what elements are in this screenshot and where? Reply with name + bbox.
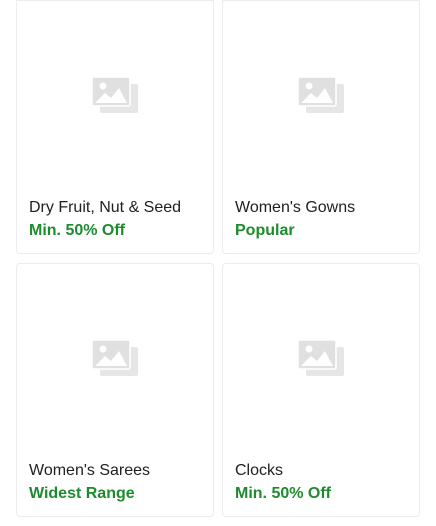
product-name: Dry Fruit, Nut & Seed [29, 199, 182, 216]
product-image [223, 1, 419, 189]
image-placeholder-icon [91, 339, 138, 376]
product-image [17, 1, 213, 189]
product-image [223, 264, 419, 452]
product-card[interactable]: Dry Fruit, Nut & Seed Min. 50% Off [16, 0, 214, 254]
product-name: Clocks [235, 462, 284, 479]
product-card[interactable]: Women's Sarees Widest Range [16, 263, 214, 517]
image-placeholder-icon [297, 76, 344, 113]
product-offer-label: Popular [235, 222, 295, 239]
product-card[interactable]: Clocks Min. 50% Off [222, 263, 420, 517]
product-grid: Dry Fruit, Nut & Seed Min. 50% Off Women… [16, 0, 420, 517]
product-image [17, 264, 213, 452]
product-offer-label: Min. 50% Off [235, 485, 332, 502]
image-placeholder-icon [91, 76, 138, 113]
product-card[interactable]: Women's Gowns Popular [222, 0, 420, 254]
product-offer-label: Widest Range [29, 485, 135, 502]
image-placeholder-icon [297, 339, 344, 376]
product-offer-label: Min. 50% Off [29, 222, 126, 239]
product-name: Women's Gowns [235, 199, 356, 216]
product-name: Women's Sarees [29, 462, 151, 479]
